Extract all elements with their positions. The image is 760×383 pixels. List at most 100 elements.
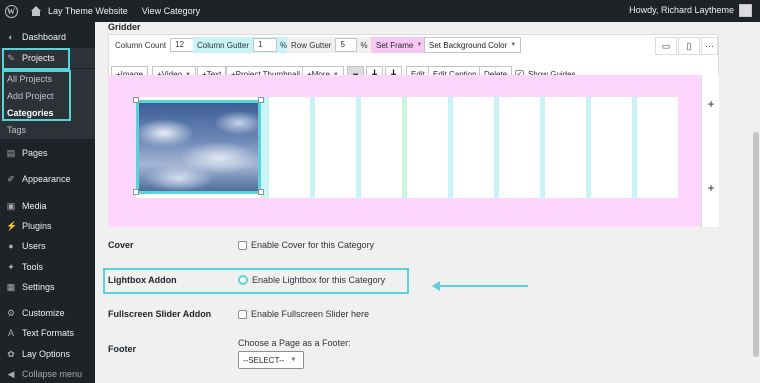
menu-tools[interactable]: ✦ Tools (0, 257, 95, 277)
menu-plugins[interactable]: ⚡ Plugins (0, 216, 95, 236)
row-gutter-input[interactable]: 5 (335, 38, 358, 52)
home-icon (30, 6, 42, 16)
column-count-label: Column Count (115, 40, 167, 50)
grid-column (315, 97, 356, 198)
menu-appearance[interactable]: ✐ Appearance (0, 169, 95, 189)
cover-checkbox[interactable] (238, 240, 247, 250)
menu-label: Pages (22, 148, 48, 158)
menu-label: Users (22, 241, 46, 251)
submenu-highlight-box (2, 70, 71, 121)
wordpress-logo-icon[interactable]: W (0, 0, 22, 22)
grid-column (453, 97, 494, 198)
menu-label: Customize (22, 308, 65, 318)
submenu-tags[interactable]: Tags (7, 125, 26, 135)
caret-down-icon: ▼ (290, 357, 297, 363)
scrollbar-thumb[interactable] (753, 132, 759, 357)
menu-users[interactable]: ● Users (0, 236, 95, 256)
menu-settings[interactable]: ▦ Settings (0, 277, 95, 297)
desktop-view-icon[interactable]: ▭ (655, 37, 677, 55)
column-count-input[interactable]: 12 (170, 38, 195, 52)
menu-media[interactable]: ▣ Media (0, 196, 95, 216)
plugin-icon: ⚡ (6, 221, 18, 231)
row-gutter-control: Row Gutter 5 % (287, 37, 371, 53)
customize-icon: ⚙ (6, 308, 16, 318)
set-background-dropdown[interactable]: Set Background Color ▼ (424, 37, 522, 53)
set-background-label: Set Background Color (429, 40, 508, 50)
menu-text-formats[interactable]: A Text Formats (0, 323, 95, 343)
fullscreen-option[interactable]: Enable Fullscreen Slider here (238, 309, 369, 319)
lightbox-option[interactable]: Enable Lightbox for this Category (238, 275, 385, 285)
users-icon: ● (8, 241, 14, 251)
admin-bar: W Lay Theme Website View Category Howdy,… (0, 0, 760, 22)
menu-label: Appearance (22, 174, 71, 184)
media-icon: ▣ (6, 201, 16, 211)
fullscreen-option-label: Enable Fullscreen Slider here (251, 309, 370, 319)
row-gutter-label: Row Gutter (291, 40, 332, 50)
resize-handle[interactable] (258, 189, 264, 195)
column-gutter-label: Column Gutter (197, 40, 250, 50)
caret-down-icon: ▼ (510, 42, 517, 48)
percent-label: % (360, 40, 368, 50)
menu-label: Collapse menu (22, 369, 83, 379)
menu-collapse[interactable]: ◀ Collapse menu (0, 364, 95, 383)
grid-column (591, 97, 632, 198)
add-row-column: + + (701, 75, 719, 227)
collapse-icon: ◀ (7, 369, 15, 379)
wrench-icon: ✦ (7, 262, 15, 272)
menu-dashboard[interactable]: ◐ Dashboard (0, 27, 95, 47)
grid-column (407, 97, 448, 198)
text-icon: A (7, 328, 14, 338)
gridder-title: Gridder (108, 22, 141, 32)
column-count-control: Column Count 12 (111, 37, 195, 53)
grid-column (545, 97, 586, 198)
add-row-below-button[interactable]: + (702, 181, 720, 195)
gear-icon: ✿ (7, 349, 15, 359)
grid-column (269, 97, 310, 198)
cover-option-label: Enable Cover for this Category (251, 240, 375, 250)
footer-hint: Choose a Page as a Footer: (238, 338, 351, 348)
menu-label: Plugins (22, 221, 52, 231)
add-row-above-button[interactable]: + (702, 97, 720, 111)
menu-label: Tools (22, 262, 44, 272)
column-gutter-input[interactable]: 1 (253, 38, 278, 52)
howdy-user[interactable]: Howdy, Richard Laytheme (629, 5, 734, 15)
clouds-image-element[interactable] (136, 100, 261, 194)
avatar[interactable] (739, 4, 752, 17)
site-name-link[interactable]: Lay Theme Website (48, 6, 128, 16)
grid-gutter (261, 97, 269, 198)
phone-view-icon[interactable]: ▯ (678, 37, 700, 55)
set-frame-label: Set Frame (376, 40, 414, 50)
menu-lay-options[interactable]: ✿ Lay Options (0, 344, 95, 364)
set-frame-dropdown[interactable]: Set Frame ▼ (371, 37, 428, 53)
main-content: Gridder Column Count 12 Column Gutter 1 … (95, 22, 760, 383)
projects-highlight-box (2, 48, 70, 70)
resize-handle[interactable] (258, 97, 264, 103)
arrow-annotation (433, 285, 528, 287)
grid-column (637, 97, 678, 198)
more-options-icon[interactable]: ⋯ (701, 37, 718, 55)
menu-label: Settings (22, 282, 55, 292)
menu-label: Lay Options (22, 349, 71, 359)
menu-label: Text Formats (22, 328, 75, 338)
footer-label: Footer (108, 344, 136, 354)
lightbox-checkbox[interactable] (238, 275, 248, 285)
menu-customize[interactable]: ⚙ Customize (0, 303, 95, 323)
menu-pages[interactable]: ▤ Pages (0, 143, 95, 163)
settings-icon: ▦ (6, 282, 16, 292)
grid-column (499, 97, 540, 198)
footer-select-value: --SELECT-- (243, 355, 285, 365)
dashboard-icon: ◐ (8, 32, 14, 42)
resize-handle[interactable] (133, 189, 139, 195)
page-scrollbar[interactable] (752, 22, 760, 383)
cover-option[interactable]: Enable Cover for this Category (238, 240, 374, 250)
view-category-link[interactable]: View Category (142, 6, 200, 16)
brush-icon: ✐ (7, 174, 15, 184)
lightbox-option-label: Enable Lightbox for this Category (252, 275, 386, 285)
cover-label: Cover (108, 240, 134, 250)
resize-handle[interactable] (133, 97, 139, 103)
grid-column (361, 97, 402, 198)
lightbox-label: Lightbox Addon (108, 275, 177, 285)
fullscreen-checkbox[interactable] (238, 309, 247, 319)
gridder-canvas[interactable] (108, 75, 701, 227)
footer-page-select[interactable]: --SELECT-- ▼ (238, 351, 304, 369)
